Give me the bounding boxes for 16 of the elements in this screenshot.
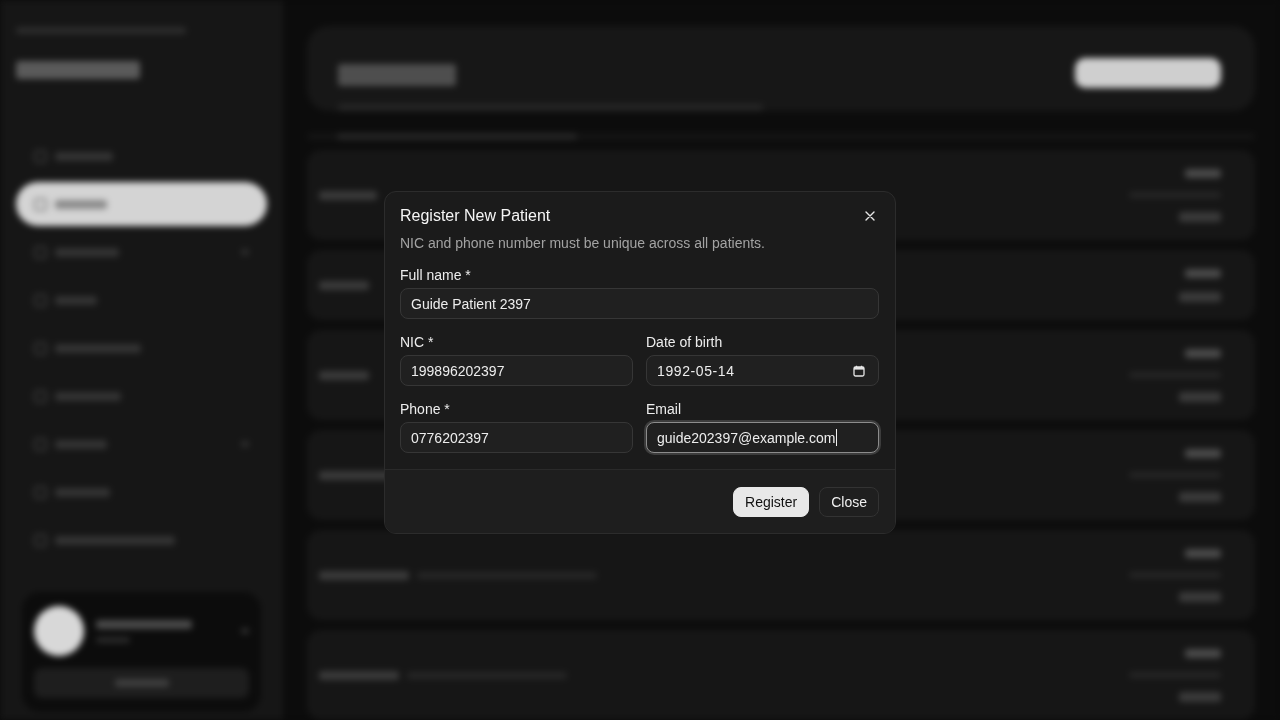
field-label: NIC * <box>400 333 434 351</box>
calendar-icon[interactable] <box>853 364 865 377</box>
register-button[interactable]: Register <box>733 487 810 517</box>
field-label: Full name * <box>400 266 471 284</box>
dialog-title: Register New Patient <box>400 206 551 226</box>
text-field[interactable]: 199896202397 <box>400 355 633 386</box>
field-label: Email <box>646 400 681 418</box>
field-label: Phone * <box>400 400 450 418</box>
text-field[interactable]: 0776202397 <box>400 422 633 453</box>
text-field[interactable]: Guide Patient 2397 <box>400 288 879 319</box>
close-icon <box>865 211 875 221</box>
dialog-description: NIC and phone number must be unique across all patients. <box>400 234 766 252</box>
text-field[interactable]: guide202397@example.com <box>646 422 879 453</box>
field-label: Date of birth <box>646 333 723 351</box>
close-dialog-button[interactable]: Close <box>819 487 879 517</box>
date-field[interactable]: 1992-05-14 <box>646 355 879 386</box>
